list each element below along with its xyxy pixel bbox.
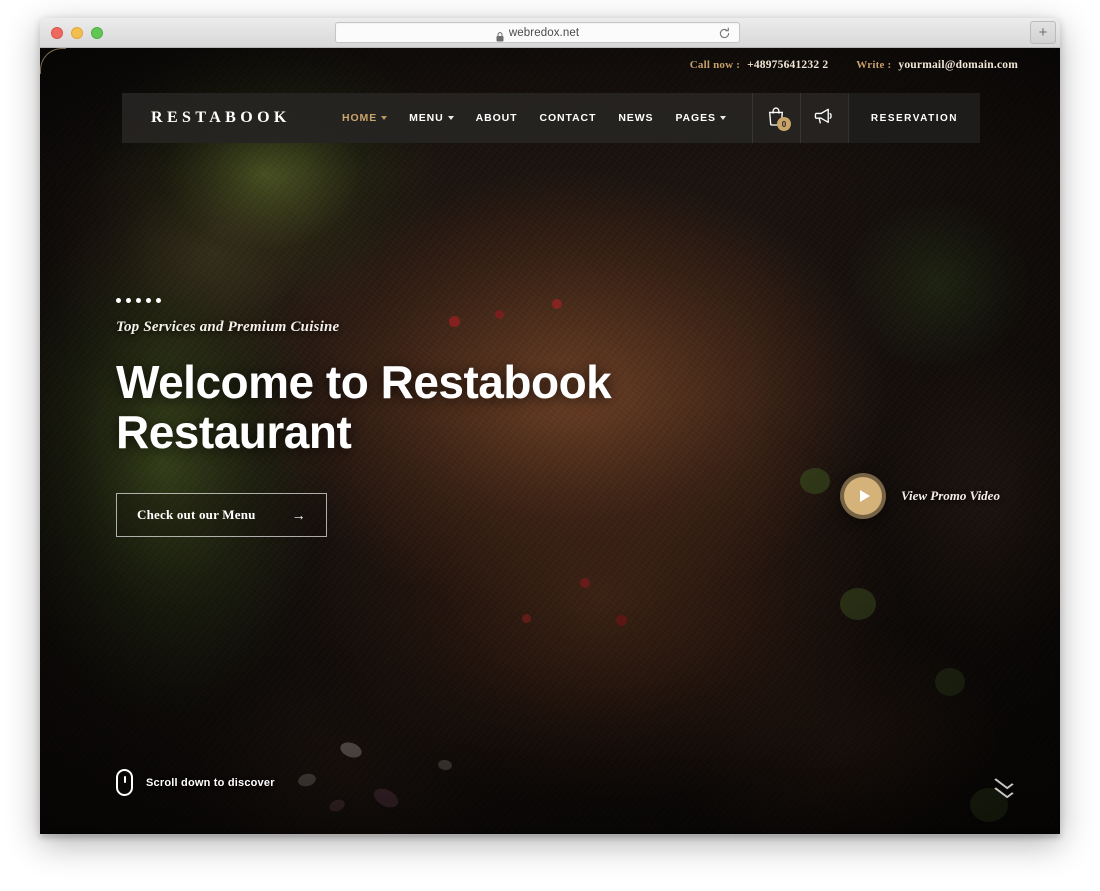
new-tab-button[interactable]: + [1030,21,1056,44]
hero-dot-indicators [116,298,676,303]
call-now-label: Call now : [689,59,741,71]
close-button[interactable] [51,27,63,39]
nav-item-contact[interactable]: CONTACT [539,112,596,124]
nav-item-label: MENU [409,112,444,124]
check-menu-button[interactable]: Check out our Menu → [116,493,327,538]
nav-item-label: CONTACT [539,112,597,124]
email-address[interactable]: yourmail@domain.com [898,59,1018,71]
window-bottom-shadow [40,834,1060,838]
hero-section: Call now : +48975641232 2 Write : yourma… [40,48,1060,834]
site-logo[interactable]: RESTABOOK [151,109,291,127]
hero-subtitle: Top Services and Premium Cuisine [116,319,340,335]
nav-item-label: ABOUT [475,112,518,124]
promo-video-label: View Promo Video [901,488,1000,503]
chevron-down-icon [719,116,726,120]
cart-button[interactable]: 0 [751,93,800,143]
reservation-button[interactable]: RESERVATION [847,93,980,143]
nav-item-pages[interactable]: PAGES [675,112,726,124]
lock-icon [496,29,504,41]
hero-dot [146,298,151,303]
nav-links: HOME MENU ABOUT CONTACT NEWS PAGES [342,93,726,143]
nav-item-label: HOME [342,112,378,124]
nav-item-home[interactable]: HOME [342,112,388,124]
scroll-hint-label: Scroll down to discover [146,776,275,789]
megaphone-icon [814,107,834,130]
hero-content: Top Services and Premium Cuisine Welcome… [116,298,676,538]
nav-item-menu[interactable]: MENU [409,112,454,124]
announcement-button[interactable] [799,93,848,143]
hero-headline: Welcome to Restabook Restaurant [116,356,612,458]
reservation-label: RESERVATION [870,112,958,124]
promo-video-group[interactable]: View Promo Video [840,473,1000,519]
nav-item-news[interactable]: NEWS [618,112,653,124]
page-viewport: Call now : +48975641232 2 Write : yourma… [40,48,1060,834]
hero-dot [156,298,161,303]
hero-dot [126,298,131,303]
nav-item-label: NEWS [618,112,654,124]
browser-window: webredox.net + Call now: +48975641232 2… [40,18,1060,834]
arrow-right-icon: → [291,507,306,524]
browser-titlebar: webredox.net + [40,18,1060,48]
reload-icon[interactable] [718,27,731,40]
chevron-down-icon [381,116,388,120]
nav-item-label: PAGES [675,112,716,124]
scroll-down-chevrons[interactable] [994,774,1014,799]
url-text: webredox.net [508,26,580,39]
top-contact-bar: Call now : +48975641232 2 Write : yourma… [40,48,1060,82]
minimize-button[interactable] [71,27,83,39]
nav-item-about[interactable]: ABOUT [476,112,518,124]
hero-dot [136,298,141,303]
email-group: Write : yourmail@domain.com [856,59,1018,71]
scroll-hint-group[interactable]: Scroll down to discover [116,769,275,796]
phone-group: Call now : +48975641232 2 [690,59,857,71]
write-label: Write : [856,59,892,71]
main-navigation: RESTABOOK HOME MENU ABOUT CONTACT NEWS P… [122,93,980,143]
maximize-button[interactable] [91,27,103,39]
address-bar[interactable]: webredox.net [335,22,740,43]
phone-number[interactable]: +48975641232 2 [747,59,828,71]
window-controls [51,27,103,39]
mouse-scroll-icon [116,769,133,796]
play-button[interactable] [840,473,886,519]
cart-count-badge: 0 [776,117,791,131]
check-menu-label: Check out our Menu [137,507,256,523]
play-icon [859,490,870,502]
chevron-down-icon [447,116,454,120]
nav-icon-group: 0 RESERVATION [751,93,980,143]
hero-dot [116,298,121,303]
